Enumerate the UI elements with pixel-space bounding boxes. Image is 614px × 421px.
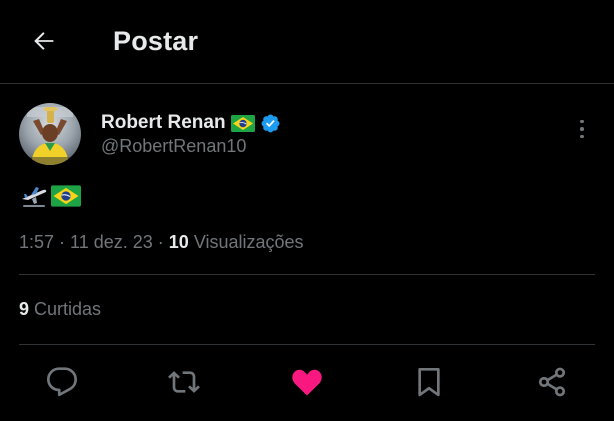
views-label: Visualizações bbox=[188, 232, 304, 252]
meta-separator: · bbox=[152, 232, 169, 252]
arrow-left-icon bbox=[34, 32, 54, 50]
divider bbox=[19, 274, 595, 275]
tweet-time[interactable]: 1:57 bbox=[19, 232, 54, 252]
views-count: 10 bbox=[168, 232, 189, 252]
page-title: Postar bbox=[113, 26, 199, 56]
like-button[interactable] bbox=[289, 364, 325, 400]
airplane-departure-icon bbox=[22, 187, 47, 207]
display-name[interactable]: Robert Renan bbox=[101, 112, 226, 134]
heart-icon bbox=[292, 369, 322, 396]
divider bbox=[19, 344, 595, 345]
more-dot-icon bbox=[580, 127, 584, 131]
likes-stat[interactable]: 9 Curtidas bbox=[19, 299, 101, 320]
bookmark-icon bbox=[418, 368, 440, 397]
tweet-text bbox=[19, 183, 81, 209]
repost-icon bbox=[168, 371, 200, 393]
back-button[interactable] bbox=[24, 22, 64, 60]
author-name-row: Robert Renan bbox=[101, 111, 281, 135]
reply-button[interactable] bbox=[44, 364, 80, 400]
comment-icon bbox=[47, 367, 77, 397]
meta-separator: · bbox=[54, 232, 71, 252]
post-page: Postar Robert Renan @RobertRenan10 1:57 … bbox=[0, 0, 614, 421]
tweet-date[interactable]: 11 dez. 23 bbox=[70, 232, 153, 252]
verified-badge-icon[interactable] bbox=[260, 113, 281, 134]
likes-label: Curtidas bbox=[29, 299, 102, 319]
more-options-button[interactable] bbox=[570, 116, 594, 142]
tweet-meta: 1:57 · 11 dez. 23 · 10 Visualizações bbox=[19, 232, 304, 253]
more-dot-icon bbox=[580, 134, 584, 139]
likes-count: 9 bbox=[19, 299, 30, 319]
brazil-flag-icon bbox=[51, 185, 81, 207]
bookmark-button[interactable] bbox=[411, 364, 447, 400]
header: Postar bbox=[0, 0, 614, 84]
avatar[interactable] bbox=[19, 103, 81, 165]
more-dot-icon bbox=[580, 119, 584, 124]
share-icon bbox=[538, 367, 566, 397]
share-button[interactable] bbox=[534, 364, 570, 400]
repost-button[interactable] bbox=[166, 364, 202, 400]
brazil-flag-icon bbox=[230, 114, 255, 132]
handle[interactable]: @RobertRenan10 bbox=[101, 136, 246, 157]
